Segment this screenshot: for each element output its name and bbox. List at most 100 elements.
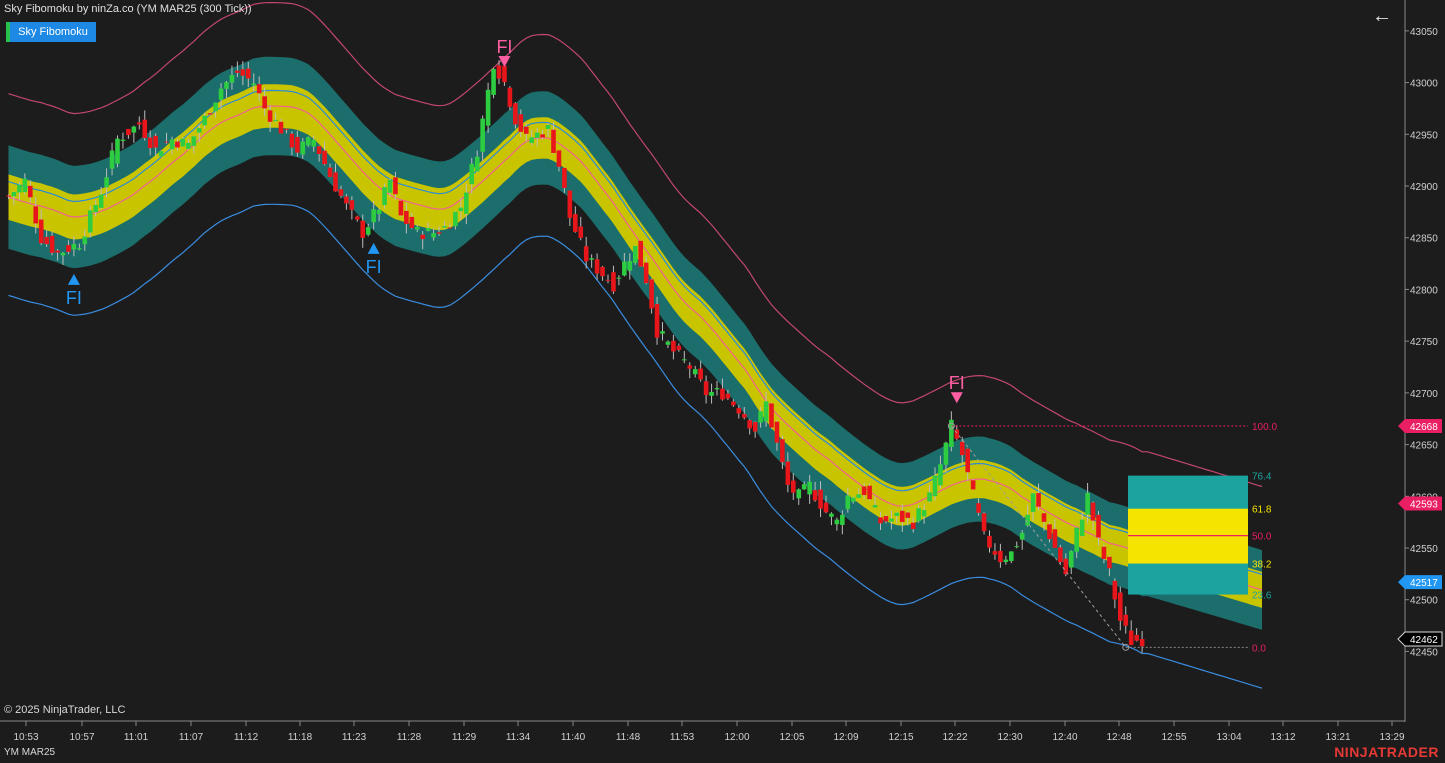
candle-body bbox=[355, 216, 360, 220]
candle-body bbox=[44, 236, 49, 245]
candle-body bbox=[720, 388, 725, 400]
price-chart[interactable]: FI FI FI FI 100.0 76.4 61.8 50.0 38.2 23.6 0.0 4305… bbox=[0, 0, 1445, 763]
candle-body bbox=[654, 304, 660, 338]
candle-body bbox=[453, 211, 458, 227]
candle-body bbox=[1118, 592, 1123, 621]
candle-body bbox=[1128, 630, 1134, 646]
candle-body bbox=[660, 331, 665, 334]
candle-body bbox=[927, 492, 932, 502]
candle-body bbox=[905, 512, 911, 518]
arrow-left-icon[interactable]: ← bbox=[1372, 6, 1392, 26]
candle-body bbox=[349, 200, 355, 210]
candle-body bbox=[17, 184, 22, 193]
candle-body bbox=[425, 227, 431, 231]
candle-body bbox=[1101, 546, 1107, 559]
candle-body bbox=[1139, 638, 1145, 647]
candle-body bbox=[1090, 502, 1096, 521]
candle-body bbox=[262, 96, 267, 109]
candle-body bbox=[856, 494, 861, 498]
candle-body bbox=[676, 345, 682, 350]
candle-body bbox=[834, 519, 840, 525]
candle-body bbox=[442, 226, 447, 228]
candle-body bbox=[545, 125, 551, 129]
candle-body bbox=[725, 393, 731, 399]
candle-body bbox=[605, 279, 611, 281]
candle-body bbox=[1123, 614, 1129, 626]
x-tick-label: 11:34 bbox=[506, 732, 531, 743]
candle-body bbox=[910, 522, 916, 530]
candle-body bbox=[518, 114, 524, 132]
candle-body bbox=[692, 369, 698, 375]
x-tick-label: 11:23 bbox=[342, 732, 367, 743]
fib-level-label: 50.0 bbox=[1252, 532, 1272, 543]
candle-body bbox=[829, 513, 834, 517]
candle-body bbox=[845, 495, 851, 510]
candle-body bbox=[235, 70, 240, 73]
candle-body bbox=[300, 141, 306, 155]
candle-body bbox=[583, 246, 589, 262]
candle-body bbox=[77, 248, 82, 250]
candle-body bbox=[6, 195, 11, 197]
sky-fibomoku-button[interactable]: Sky Fibomoku bbox=[6, 22, 96, 42]
candle-body bbox=[959, 441, 965, 456]
x-tick-label: 10:57 bbox=[69, 732, 94, 743]
candle-body bbox=[11, 192, 17, 197]
x-tick-label: 13:04 bbox=[1216, 732, 1241, 743]
x-tick-label: 11:29 bbox=[452, 732, 477, 743]
fib-level-label: 76.4 bbox=[1252, 472, 1272, 483]
candle-body bbox=[447, 227, 453, 229]
candle-body bbox=[1030, 493, 1036, 512]
candle-body bbox=[1047, 524, 1052, 540]
candle-body bbox=[562, 167, 567, 188]
candle-body bbox=[1134, 634, 1139, 641]
candle-body bbox=[1063, 558, 1069, 575]
candle-body bbox=[1019, 532, 1025, 540]
x-tick-label: 13:29 bbox=[1379, 732, 1404, 743]
candle-body bbox=[278, 121, 284, 134]
candle-body bbox=[1014, 546, 1020, 548]
candle-body bbox=[502, 65, 507, 83]
candle-body bbox=[485, 89, 491, 126]
y-tick-label: 42900 bbox=[1410, 182, 1438, 193]
candle-body bbox=[594, 259, 600, 274]
candle-body bbox=[251, 83, 257, 86]
candle-body bbox=[992, 551, 998, 555]
x-tick-label: 13:21 bbox=[1325, 732, 1350, 743]
fib-level-label: 23.6 bbox=[1252, 591, 1272, 602]
candle-body bbox=[305, 137, 311, 146]
candle-body bbox=[393, 177, 398, 195]
candle-body bbox=[1058, 547, 1063, 563]
candle-body bbox=[289, 133, 295, 148]
candle-body bbox=[431, 233, 436, 238]
candle-body bbox=[638, 240, 643, 267]
candle-body bbox=[480, 118, 485, 152]
y-tick-label: 42950 bbox=[1410, 130, 1438, 141]
x-tick-label: 12:15 bbox=[888, 732, 913, 743]
candle-body bbox=[240, 69, 246, 76]
x-tick-label: 11:48 bbox=[616, 732, 641, 743]
candle-body bbox=[267, 110, 273, 122]
y-tick-label: 43050 bbox=[1410, 27, 1438, 38]
x-tick-label: 12:22 bbox=[942, 732, 967, 743]
sell-signal-label: FI bbox=[949, 373, 965, 393]
candle-body bbox=[464, 192, 469, 214]
candle-body bbox=[169, 139, 175, 150]
candle-body bbox=[807, 481, 812, 495]
candle-body bbox=[878, 517, 883, 524]
candle-body bbox=[28, 185, 33, 198]
y-tick-label: 42500 bbox=[1410, 596, 1438, 607]
x-tick-label: 12:55 bbox=[1161, 732, 1186, 743]
candle-body bbox=[736, 408, 742, 414]
candle-body bbox=[55, 250, 60, 253]
candle-body bbox=[812, 490, 818, 501]
candle-body bbox=[344, 196, 349, 204]
candle-body bbox=[142, 119, 148, 138]
candle-body bbox=[409, 216, 415, 229]
candle-body bbox=[567, 190, 573, 218]
y-tick-label: 42450 bbox=[1410, 647, 1438, 658]
candle-body bbox=[758, 411, 763, 423]
candle-body bbox=[175, 141, 180, 148]
candle-body bbox=[191, 136, 197, 146]
candle-body bbox=[295, 137, 300, 153]
candle-body bbox=[164, 141, 169, 143]
